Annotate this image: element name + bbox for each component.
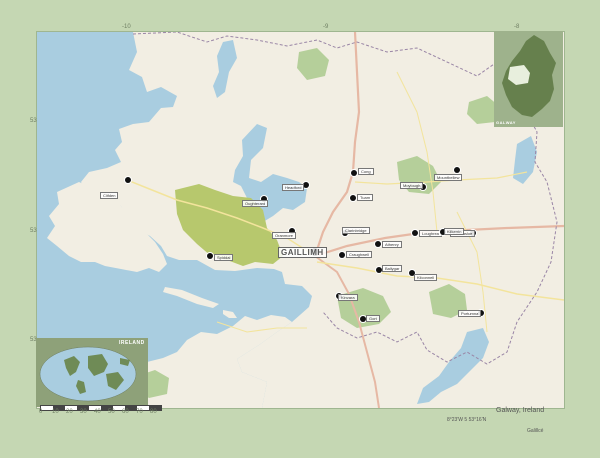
place-label: Ballygar [382,265,403,272]
place-label: Cong [358,168,374,175]
scale-label-1: 10 [52,409,59,415]
place-label: Kilkerrin [444,228,465,235]
place-marker[interactable] [339,252,345,258]
map-coords: 8°23'W 5 53°16'N [447,417,487,423]
scale-label-2: 20 [66,409,73,415]
place-label: Portumna [458,310,482,317]
place-label: Kilconnell [414,274,438,281]
top-tick-1: -10 [122,24,131,30]
scale-label-5: 50 [108,409,115,415]
place-marker[interactable] [375,241,381,247]
place-label: Craughwell [346,251,373,258]
place-label: Headford [282,184,305,191]
world-inset-map [36,338,148,407]
scale-label-7: 70 [136,409,143,415]
place-label: Spiddal [214,254,234,261]
top-tick-2: -9 [323,24,329,30]
left-tick-1: 53 [30,118,37,124]
top-tick-3: -8 [514,24,520,30]
scale-label-3: 30 [80,409,87,415]
world-region-label: IRELAND [119,340,145,346]
place-label: Oughterard [242,200,269,207]
place-marker[interactable] [454,167,460,173]
place-label: Tuam [357,194,374,201]
place-label: Kinvara [338,294,358,301]
place-label: Oranmore [272,232,297,239]
scale-label-0: 0 [39,409,43,415]
world-canvas [39,346,137,402]
capital-label: GAILLIMH [278,247,327,258]
place-label: Clarinbridge [342,227,370,234]
region-inset-map [494,31,563,127]
map-attribution: Galillcé [527,428,544,434]
place-marker[interactable] [125,177,131,183]
place-marker[interactable] [207,253,213,259]
map-frame: -10 -9 -8 53 53 53 GALWAY IRELAND Cong H… [0,0,600,458]
scale-label-6: 60 [122,409,129,415]
place-label: Mountbellew [434,174,463,181]
scale-label-4: 40 [94,409,101,415]
map-title: Galway, Ireland [496,407,545,414]
place-label: Clifden [100,192,119,199]
inset-canvas [502,35,556,117]
place-label: Athenry [382,241,402,248]
place-marker[interactable] [351,170,357,176]
scale-label-8: 80 [150,409,157,415]
inset-region-label: GALWAY [496,120,516,125]
place-label: Gort [366,315,380,322]
place-marker[interactable] [350,195,356,201]
place-marker[interactable] [412,230,418,236]
place-label: Loughrea [419,230,442,237]
left-tick-2: 53 [30,228,37,234]
place-label: Moylough [400,182,424,189]
